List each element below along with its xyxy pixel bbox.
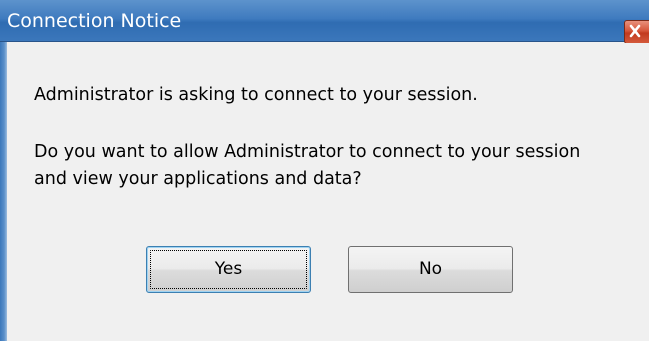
no-button-label: No	[418, 259, 443, 279]
confirmation-question: Do you want to allow Administrator to co…	[34, 142, 581, 189]
close-icon	[629, 24, 641, 38]
connection-notice-dialog: Connection Notice Administrator is askin…	[0, 0, 649, 341]
dialog-body: Administrator is asking to connect to yo…	[7, 43, 649, 341]
window-title: Connection Notice	[7, 10, 182, 32]
title-bar[interactable]: Connection Notice	[0, 0, 649, 44]
yes-button-label: Yes	[214, 259, 243, 279]
yes-button[interactable]: Yes	[146, 246, 311, 293]
no-button[interactable]: No	[348, 246, 513, 293]
window-frame-left	[0, 42, 7, 341]
close-button[interactable]	[624, 20, 649, 44]
request-message: Administrator is asking to connect to yo…	[34, 85, 478, 105]
